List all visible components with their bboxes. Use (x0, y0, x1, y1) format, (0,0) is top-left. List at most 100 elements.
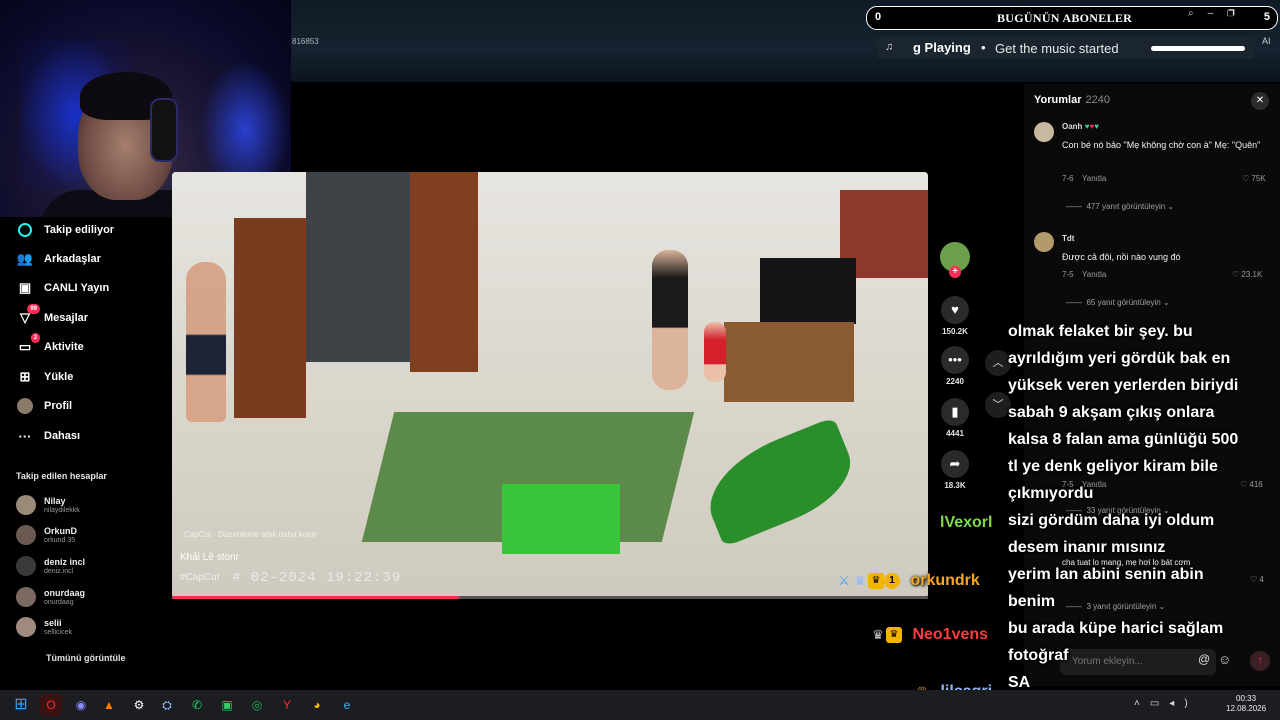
edge-icon[interactable]: e (336, 694, 358, 716)
video-progress-bar[interactable] (172, 596, 928, 599)
comments-title: Yorumlar (1034, 94, 1082, 106)
comment-user[interactable]: Oanh ♥♥♥ (1062, 122, 1099, 131)
followed-account[interactable]: Nilay nilaydilekkk (16, 491, 80, 519)
follow-plus-icon[interactable]: + (949, 266, 961, 278)
sidebar-item-live[interactable]: ▣ CANLI Yayın (16, 277, 109, 299)
sidebar-item-more[interactable]: ··· Dahası (16, 425, 81, 447)
camera-timestamp: # 02-2024 19:22:39 (232, 570, 402, 586)
chat-user-row: ⚔ ♛ ♛ 1 orkundrk (836, 572, 980, 590)
account-handle: deniz.incl (44, 567, 74, 575)
sidebar-item-following[interactable]: Takip ediliyor (16, 219, 114, 241)
activity-badge: 3 (30, 333, 40, 343)
discord-icon[interactable]: ◉ (70, 694, 92, 716)
yandex-icon[interactable]: Y (276, 694, 298, 716)
steam-icon[interactable]: ⛭ (156, 694, 178, 716)
comment-avatar[interactable] (1034, 232, 1054, 252)
sidebar-item-label: Mesajlar (44, 312, 89, 324)
chat-message: ayrıldığım yeri gördük bak en (1008, 350, 1231, 367)
following-accounts-title: Takip edilen hesaplar (16, 471, 107, 481)
account-name: selii (44, 617, 62, 628)
video-scene-cabinet (724, 322, 854, 402)
comment-likes[interactable]: ♡ 23.1K (1232, 270, 1262, 279)
chevron-down-icon: ﹀ (992, 399, 1004, 411)
friends-icon: 👥 (16, 251, 34, 266)
taskbar: ⊞ O ◉ ▲ ⚙ ⛭ ✆ ▣ ◎ Y ◕ e ˄▭◂) 00:33 12.08.… (0, 690, 1280, 720)
chat-username: Neo1vens (912, 626, 989, 643)
video-tags[interactable]: #CapCut (180, 572, 219, 583)
comment-likes[interactable]: ♡ 4 (1250, 575, 1264, 584)
comment-avatar[interactable] (1034, 122, 1054, 142)
account-name: deniz incl (44, 556, 86, 567)
chevron-up-icon[interactable]: ˄ (1134, 698, 1150, 709)
video-scene-door (410, 172, 478, 372)
reply-button[interactable]: Yanıtla (1082, 270, 1106, 279)
share-button[interactable]: ➦ 18.3K (938, 450, 972, 490)
crown-icon: ♛ (886, 626, 902, 643)
video-person (652, 250, 688, 390)
video-player[interactable]: CapCut · Düzenleme artık daha kolay Khải… (172, 172, 928, 598)
video-progress-fill (172, 596, 460, 599)
account-name: OrkunD (44, 525, 78, 536)
view-replies-button[interactable]: —— 477 yanıt görüntüleyin ⌄ (1066, 202, 1174, 211)
sidebar-item-label: Aktivite (44, 341, 84, 353)
start-icon[interactable]: ⊞ (10, 694, 32, 716)
account-name: onurdaag (44, 587, 86, 598)
minimize-icon[interactable]: – (1208, 8, 1228, 19)
restore-icon[interactable]: ❐ (1227, 8, 1249, 19)
avatar (16, 556, 36, 576)
comment-user[interactable]: Tdt (1062, 234, 1074, 243)
comment-likes[interactable]: ♡ 416 (1240, 480, 1263, 489)
messages-badge: 99 (27, 304, 40, 314)
window-controls[interactable]: ⌕–❐ (1188, 8, 1249, 19)
comments-header: Yorumlar 2240 (1034, 94, 1110, 106)
app-icon[interactable]: ▲ (98, 694, 120, 716)
taskbar-clock[interactable]: 00:33 12.08.2026 (1226, 694, 1266, 714)
sidebar-item-upload[interactable]: ⊞ Yükle (16, 366, 74, 388)
comment-likes[interactable]: ♡ 75K (1242, 174, 1266, 183)
music-bar[interactable]: ♫ g Playing • Get the music started (877, 37, 1255, 59)
music-subtitle: Get the music started (995, 41, 1119, 56)
search-icon[interactable]: ⌕ (1188, 8, 1208, 19)
spotify-icon[interactable]: ◎ (246, 694, 268, 716)
sidebar-item-friends[interactable]: 👥 Arkadaşlar (16, 248, 101, 270)
opera-icon[interactable]: O (40, 694, 62, 716)
chrome-icon[interactable]: ◕ (306, 694, 328, 716)
avatar (16, 587, 36, 607)
system-tray[interactable]: ˄▭◂) (1134, 698, 1198, 709)
sidebar-item-profile[interactable]: Profil (16, 395, 72, 417)
view-replies-button[interactable]: —— 65 yanıt görüntüleyin ⌄ (1066, 298, 1170, 307)
chat-user-row: ♛ ♛ Neo1vens (870, 626, 988, 644)
send-icon[interactable]: ↑ (1250, 651, 1270, 671)
share-icon: ➦ (941, 450, 969, 478)
app-icon[interactable]: ⚙ (128, 694, 150, 716)
bookmark-icon: ▮ (941, 398, 969, 426)
followed-account[interactable]: deniz incl deniz.incl (16, 552, 85, 580)
bookmark-button[interactable]: ▮ 4441 (938, 398, 972, 438)
chat-message: sizi gördüm daha iyi oldum (1008, 512, 1215, 529)
close-comments-button[interactable]: ✕ (1251, 92, 1269, 110)
sidebar-item-activity[interactable]: ▭ 3 Aktivite (16, 333, 84, 358)
followed-account[interactable]: selii sellicicek (16, 613, 72, 641)
followed-account[interactable]: OrkunD orkund.35 (16, 521, 77, 549)
music-progress-bar[interactable] (1151, 46, 1245, 51)
like-button[interactable]: ♥ 150.2K (938, 296, 972, 336)
volume-icon[interactable]: ◂) (1169, 698, 1197, 709)
url-fragment: 816853 (292, 37, 319, 46)
video-author[interactable]: Khải Lê stonr (180, 552, 239, 563)
chat-message: sabah 9 akşam çıkış onlara (1008, 404, 1215, 421)
whatsapp-icon[interactable]: ✆ (186, 694, 208, 716)
app-icon[interactable]: ▣ (216, 694, 238, 716)
see-all-link[interactable]: Tümünü görüntüle (46, 653, 125, 663)
sidebar-item-label: Profil (44, 400, 73, 412)
sidebar-item-label: Takip ediliyor (44, 224, 115, 236)
chat-username: lVexorl (940, 514, 993, 531)
followed-account[interactable]: onurdaag onurdaag (16, 583, 85, 611)
network-icon[interactable]: ▭ (1150, 698, 1169, 709)
comment-count: 2240 (946, 377, 964, 386)
reply-button[interactable]: Yanıtla (1082, 174, 1106, 183)
chat-message: yerim lan abini senin abin (1008, 566, 1204, 583)
capcut-label[interactable]: CapCut · Düzenleme artık daha kolay (184, 530, 317, 539)
comment-button[interactable]: ••• 2240 (938, 346, 972, 386)
browser-chip[interactable]: AI (1262, 36, 1271, 46)
sidebar-item-messages[interactable]: ▽ 99 Mesajlar (16, 304, 89, 329)
